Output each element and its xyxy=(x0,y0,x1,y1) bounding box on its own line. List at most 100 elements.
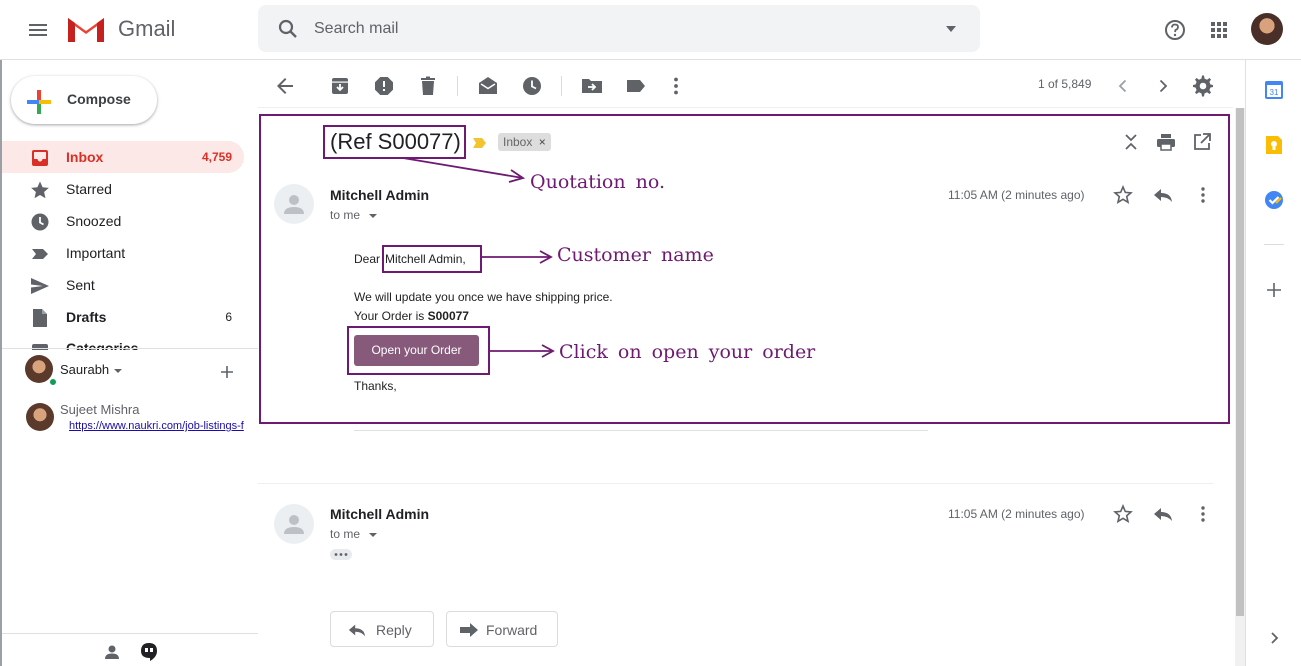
reply-button[interactable]: Reply xyxy=(330,611,434,647)
order-prefix: Your Order is xyxy=(354,309,425,323)
show-details-icon[interactable] xyxy=(369,213,378,219)
keep-icon[interactable] xyxy=(1264,135,1284,155)
svg-text:31: 31 xyxy=(1270,88,1279,97)
snooze-icon[interactable] xyxy=(520,74,544,98)
reply-arrow-icon[interactable] xyxy=(1152,185,1174,205)
sidebar-item-label: Important xyxy=(66,245,126,261)
remove-label-icon[interactable]: × xyxy=(539,135,546,149)
contact-name[interactable]: Sujeet Mishra xyxy=(60,402,139,417)
more-options-icon[interactable] xyxy=(664,74,688,98)
forward-label: Forward xyxy=(486,622,538,638)
scrollbar-thumb[interactable] xyxy=(1236,108,1244,616)
recipient-summary[interactable]: to me xyxy=(330,208,378,222)
print-icon[interactable] xyxy=(1156,132,1176,152)
hangouts-panel: Saurabh Sujeet Mishra https://www.naukri… xyxy=(2,348,258,634)
settings-gear-icon[interactable] xyxy=(1191,74,1215,98)
forward-icon xyxy=(459,621,479,639)
account-avatar[interactable] xyxy=(1251,13,1283,45)
mark-unread-icon[interactable] xyxy=(476,74,500,98)
sidebar-item-starred[interactable]: Starred xyxy=(2,173,244,205)
app-name: Gmail xyxy=(118,16,176,41)
body-line-1: We will update you once we have shipping… xyxy=(354,290,613,304)
annotation-quotation: Quotation no. xyxy=(530,171,666,193)
forward-button[interactable]: Forward xyxy=(446,611,558,647)
scrollbar[interactable] xyxy=(1235,108,1245,666)
search-icon[interactable] xyxy=(276,17,300,41)
sidebar-item-drafts[interactable]: Drafts 6 xyxy=(2,301,244,333)
sender-avatar[interactable] xyxy=(274,504,314,544)
older-chevron-icon[interactable] xyxy=(1151,74,1175,98)
sidebar-item-label: Drafts xyxy=(66,309,107,325)
importance-marker-icon[interactable] xyxy=(473,137,487,149)
top-header: Gmail xyxy=(0,0,1301,60)
toolbar-divider xyxy=(561,76,562,96)
order-line: Your Order is S00077 xyxy=(354,309,469,323)
sender-name[interactable]: Mitchell Admin xyxy=(330,187,429,203)
expand-panel-chevron-icon[interactable] xyxy=(1266,630,1282,646)
unread-count: 4,759 xyxy=(201,150,232,164)
tasks-icon[interactable] xyxy=(1264,190,1284,210)
clock-icon xyxy=(30,212,50,232)
sidebar-item-label: Starred xyxy=(66,181,112,197)
side-panel-divider xyxy=(1264,244,1284,245)
report-spam-icon[interactable] xyxy=(372,74,396,98)
message-more-icon[interactable] xyxy=(1193,504,1213,524)
collapse-all-icon[interactable] xyxy=(1122,132,1140,152)
reply-label: Reply xyxy=(376,622,412,638)
main-menu-icon[interactable] xyxy=(26,18,50,42)
reply-icon xyxy=(347,621,367,639)
sender-avatar[interactable] xyxy=(274,184,314,224)
left-sidebar: Compose Inbox 4,759 Starred Snoozed Impo… xyxy=(0,60,258,666)
draft-count: 6 xyxy=(225,310,232,324)
message-more-icon[interactable] xyxy=(1193,185,1213,205)
search-options-icon[interactable] xyxy=(944,22,958,36)
message-time: 11:05 AM (2 minutes ago) xyxy=(948,507,1085,521)
open-order-button[interactable]: Open your Order xyxy=(354,335,479,366)
sidebar-item-inbox[interactable]: Inbox 4,759 xyxy=(2,141,244,173)
apps-grid-icon[interactable] xyxy=(1205,16,1233,44)
online-status-icon xyxy=(48,377,58,387)
sender-name[interactable]: Mitchell Admin xyxy=(330,506,429,522)
search-input[interactable] xyxy=(314,17,914,41)
sidebar-item-label: Snoozed xyxy=(66,213,122,229)
archive-icon[interactable] xyxy=(328,74,352,98)
inbox-label-chip[interactable]: Inbox × xyxy=(498,133,551,151)
reply-arrow-icon[interactable] xyxy=(1152,504,1174,524)
contact-avatar[interactable] xyxy=(26,403,54,431)
annotation-arrow-button xyxy=(490,344,555,358)
back-arrow-icon[interactable] xyxy=(273,74,297,98)
compose-button[interactable]: Compose xyxy=(11,76,157,124)
search-bar[interactable] xyxy=(258,5,980,52)
newer-chevron-icon[interactable] xyxy=(1111,74,1135,98)
contact-message-link[interactable]: https://www.naukri.com/job-listings-f xyxy=(69,420,245,436)
closing-text: Thanks, xyxy=(354,379,397,393)
calendar-icon[interactable]: 31 xyxy=(1264,80,1284,100)
star-outline-icon[interactable] xyxy=(1113,185,1133,205)
new-conversation-icon[interactable] xyxy=(219,364,235,380)
recipient-summary[interactable]: to me xyxy=(330,527,378,541)
help-icon[interactable] xyxy=(1161,16,1189,44)
gmail-logo-icon[interactable] xyxy=(66,14,106,44)
side-panel: 31 xyxy=(1245,60,1301,666)
show-trimmed-content-icon[interactable] xyxy=(330,549,352,560)
sidebar-item-important[interactable]: Important xyxy=(2,237,244,269)
compose-label: Compose xyxy=(67,91,131,107)
hangouts-user-name[interactable]: Saurabh xyxy=(60,362,109,377)
contacts-person-icon[interactable] xyxy=(103,643,121,661)
star-outline-icon[interactable] xyxy=(1113,504,1133,524)
recipient-text: to me xyxy=(330,208,361,222)
label-tag-icon[interactable] xyxy=(624,74,648,98)
get-addons-plus-icon[interactable] xyxy=(1266,282,1282,298)
star-icon xyxy=(30,180,50,200)
sidebar-item-sent[interactable]: Sent xyxy=(2,269,244,301)
hangouts-chat-icon[interactable] xyxy=(139,642,159,662)
status-dropdown-icon[interactable] xyxy=(113,367,123,375)
sidebar-item-snoozed[interactable]: Snoozed xyxy=(2,205,244,237)
sidebar-item-label: Sent xyxy=(66,277,95,293)
delete-icon[interactable] xyxy=(416,74,440,98)
open-new-window-icon[interactable] xyxy=(1192,132,1212,152)
show-details-icon[interactable] xyxy=(369,532,378,538)
move-to-icon[interactable] xyxy=(580,74,604,98)
greeting-prefix: Dear xyxy=(354,252,381,266)
recipient-text: to me xyxy=(330,527,361,541)
